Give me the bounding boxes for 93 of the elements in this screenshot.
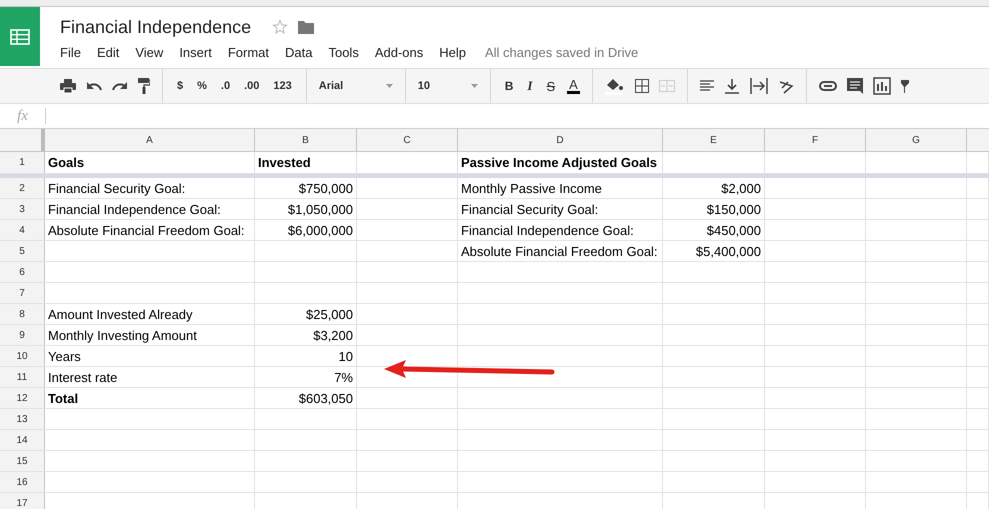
menu-item[interactable]: Data (285, 44, 312, 60)
table-cell: Invested (258, 155, 311, 170)
row-header[interactable]: 15 (0, 451, 45, 471)
column-header[interactable]: G (866, 129, 967, 151)
menu-item[interactable]: Add-ons (374, 44, 424, 60)
merge-cells-icon (658, 80, 675, 92)
table-cell: $2,000 (721, 180, 761, 196)
save-status[interactable]: All changes saved in Drive (485, 44, 638, 60)
text-style-button[interactable]: B (502, 79, 516, 93)
format-button[interactable]: $ (175, 80, 186, 92)
table-cell: Monthly Investing Amount (48, 328, 197, 342)
table-cell: Amount Invested Already (48, 306, 193, 322)
row-header[interactable]: 1 (0, 152, 45, 173)
row-header[interactable]: 16 (0, 472, 45, 492)
table-cell: $150,000 (706, 202, 761, 216)
table-cell: $603,050 (298, 390, 353, 406)
menu-item[interactable]: File (60, 44, 81, 60)
menu-item[interactable]: Insert (179, 44, 212, 60)
row-header[interactable]: 10 (0, 346, 45, 366)
table-cell: Years (48, 348, 81, 364)
text-style-button[interactable]: I (525, 78, 534, 94)
row-header[interactable]: 2 (0, 178, 45, 198)
table-cell: Interest rate (48, 370, 118, 384)
print-icon[interactable] (60, 79, 76, 93)
link-icon[interactable] (818, 81, 837, 91)
column-header[interactable]: B (255, 129, 357, 151)
row-header[interactable]: 12 (0, 388, 45, 408)
fill-color-icon[interactable] (604, 77, 625, 95)
menu-item[interactable]: Help (439, 44, 466, 60)
menu-item[interactable]: Edit (96, 44, 120, 60)
sheets-logo-icon[interactable] (0, 7, 40, 66)
table-cell: Financial Independence Goal: (461, 222, 634, 238)
align-icon[interactable] (700, 80, 714, 92)
format-button[interactable]: .00 (242, 80, 262, 92)
row-header[interactable]: 17 (0, 493, 45, 509)
column-header[interactable]: C (357, 129, 458, 151)
format-button[interactable]: .0 (218, 80, 232, 92)
table-cell: $5,400,000 (696, 244, 761, 258)
paint-format-icon[interactable] (138, 78, 150, 94)
row-header[interactable]: 11 (0, 367, 45, 387)
row-header[interactable]: 4 (0, 220, 45, 240)
row-header[interactable]: 14 (0, 430, 45, 450)
caret-icon (470, 84, 478, 88)
row-header[interactable]: 6 (0, 262, 45, 282)
filter-icon[interactable] (900, 78, 909, 94)
row-header[interactable]: 13 (0, 409, 45, 429)
menu-item[interactable]: Tools (328, 44, 359, 60)
row-header[interactable]: 7 (0, 283, 45, 303)
star-icon[interactable] (272, 19, 288, 35)
chart-icon[interactable] (872, 77, 891, 95)
vertical-align-icon[interactable] (724, 78, 740, 94)
document-title[interactable]: Financial Independence (60, 16, 252, 38)
table-cell: Financial Independence Goal: (48, 202, 221, 216)
comment-icon[interactable] (846, 78, 863, 94)
text-wrap-icon[interactable] (750, 78, 768, 94)
caret-icon (386, 84, 393, 88)
row-header[interactable]: 3 (0, 199, 45, 219)
table-cell: Absolute Financial Freedom Goal: (461, 244, 658, 258)
column-header[interactable]: E (663, 129, 765, 151)
text-style-button[interactable]: S (544, 78, 558, 94)
formula-label: fx (16, 108, 29, 124)
table-cell: 7% (334, 370, 353, 384)
text-style-button[interactable]: A (567, 78, 580, 94)
table-cell: $750,000 (298, 180, 353, 196)
row-header[interactable]: 9 (0, 325, 45, 345)
table-cell: Passive Income Adjusted Goals (461, 155, 658, 170)
table-cell: $3,200 (313, 328, 353, 342)
table-cell: Monthly Passive Income (461, 180, 602, 196)
redo-icon[interactable] (112, 81, 128, 91)
row-header[interactable]: 5 (0, 241, 45, 261)
menu-item[interactable]: View (135, 44, 164, 60)
column-header[interactable]: D (458, 129, 663, 151)
undo-icon[interactable] (86, 81, 102, 91)
table-cell: Total (48, 390, 78, 406)
table-cell: 10 (338, 348, 353, 364)
borders-icon[interactable] (634, 79, 649, 93)
table-cell: $6,000,000 (288, 222, 353, 238)
table-cell: Goals (48, 155, 84, 170)
font-size-dropdown[interactable]: 10 (418, 80, 478, 92)
table-cell: $1,050,000 (288, 202, 353, 216)
table-cell: Financial Security Goal: (461, 202, 598, 216)
column-header[interactable]: A (45, 129, 255, 151)
table-cell: Absolute Financial Freedom Goal: (48, 222, 245, 238)
column-header[interactable]: F (765, 129, 866, 151)
folder-icon[interactable] (298, 20, 314, 34)
menu-item[interactable]: Format (228, 44, 269, 60)
format-button[interactable]: 123 (271, 80, 294, 92)
table-cell: Financial Security Goal: (48, 180, 186, 196)
table-cell: $25,000 (306, 306, 353, 322)
table-cell: $450,000 (706, 222, 761, 238)
row-header[interactable]: 8 (0, 304, 45, 324)
format-button[interactable]: % (195, 80, 209, 92)
font-dropdown[interactable]: Arial (318, 80, 393, 92)
